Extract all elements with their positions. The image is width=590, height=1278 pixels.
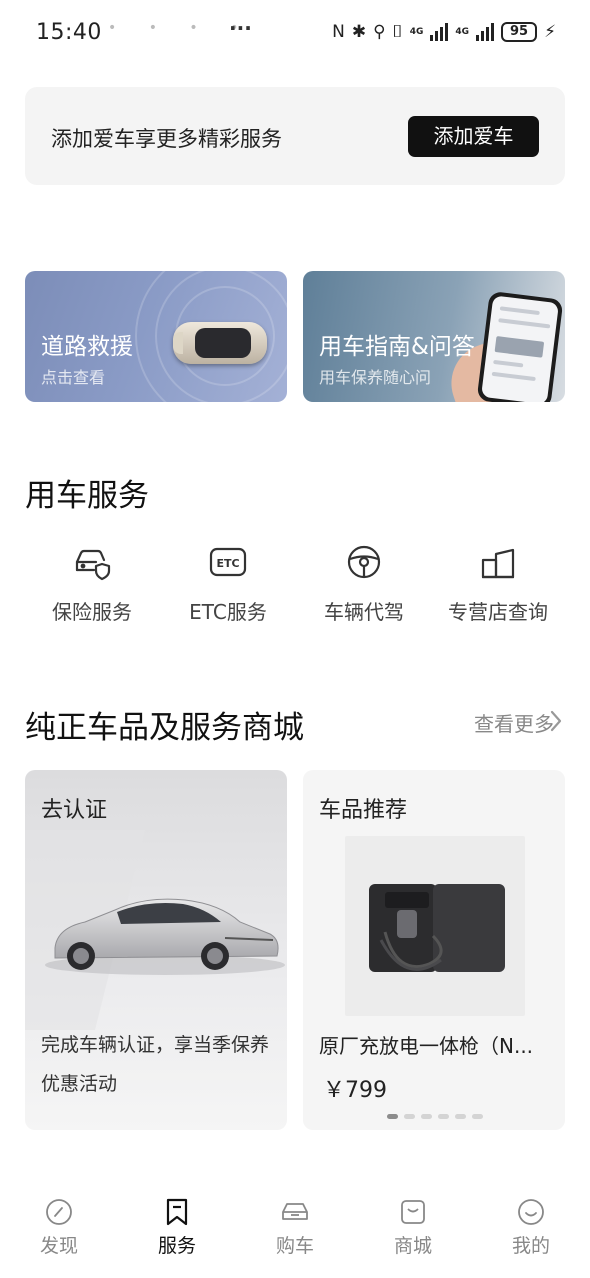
add-car-button[interactable]: 添加爱车 bbox=[408, 116, 539, 157]
tab-label: 购车 bbox=[275, 1235, 314, 1257]
etc-icon: ETC bbox=[209, 547, 247, 577]
steering-wheel-icon bbox=[347, 545, 381, 579]
mall-title: 纯正车品及服务商城 bbox=[25, 710, 304, 746]
carousel-dot bbox=[421, 1114, 432, 1119]
network-type-2: 4G bbox=[455, 26, 470, 37]
vibrate-icon: ⌷ bbox=[392, 22, 403, 42]
carousel-dot bbox=[387, 1114, 398, 1119]
shopping-bag-icon bbox=[401, 1200, 425, 1224]
bluetooth-icon: ✱ bbox=[351, 22, 367, 42]
add-car-card: 添加爱车享更多精彩服务 添加爱车 bbox=[25, 87, 565, 185]
add-car-prompt: 添加爱车享更多精彩服务 bbox=[51, 127, 282, 151]
etc-service[interactable]: ETC ETC服务 bbox=[160, 540, 296, 630]
service-label: 车辆代驾 bbox=[324, 600, 404, 624]
network-type-1: 4G bbox=[409, 26, 424, 37]
product-name: 原厂充放电一体枪（N... bbox=[319, 1034, 534, 1058]
service-label: ETC服务 bbox=[189, 600, 267, 624]
chevron-right-icon[interactable] bbox=[544, 708, 566, 734]
tab-discover[interactable]: 发现 bbox=[0, 1194, 118, 1258]
product-image bbox=[345, 836, 525, 1016]
car-shield-icon bbox=[75, 549, 111, 581]
tab-services[interactable]: 服务 bbox=[118, 1194, 236, 1258]
view-more-link[interactable]: 查看更多 bbox=[474, 708, 554, 737]
carousel-dot bbox=[404, 1114, 415, 1119]
store-icon bbox=[481, 548, 515, 579]
banner-title: 道路救援 bbox=[41, 334, 133, 360]
service-label: 保险服务 bbox=[52, 600, 132, 624]
insurance-service[interactable]: 保险服务 bbox=[24, 540, 160, 630]
nfc-icon: N bbox=[332, 22, 345, 42]
bookmark-icon bbox=[166, 1198, 188, 1226]
signal-icon-1 bbox=[430, 23, 449, 41]
car-image bbox=[25, 830, 285, 1030]
card-title: 车品推荐 bbox=[319, 798, 408, 823]
smiley-icon bbox=[518, 1199, 544, 1225]
compass-icon bbox=[46, 1199, 72, 1225]
carousel-dot bbox=[472, 1114, 483, 1119]
dealer-lookup-service[interactable]: 专营店查询 bbox=[430, 540, 566, 630]
carousel-dot bbox=[455, 1114, 466, 1119]
tab-label: 服务 bbox=[157, 1235, 196, 1257]
phone-image bbox=[476, 290, 564, 402]
battery-indicator: 95 bbox=[501, 22, 538, 42]
tab-mine[interactable]: 我的 bbox=[472, 1194, 590, 1258]
svg-text:ETC: ETC bbox=[216, 557, 239, 570]
signal-icon-2 bbox=[476, 23, 495, 41]
car-icon bbox=[282, 1203, 308, 1220]
card-description: 完成车辆认证，享当季保养优惠活动 bbox=[41, 1034, 270, 1095]
tab-mall[interactable]: 商城 bbox=[354, 1194, 472, 1258]
clock: 15:40 bbox=[36, 20, 102, 45]
more-notifications-icon: ··· bbox=[229, 16, 252, 40]
car-services-title: 用车服务 bbox=[25, 478, 149, 514]
status-bar: 15:40 • • • • ··· N ✱ ⚲ ⌷ 4G 4G 95 ⚡ bbox=[0, 0, 590, 68]
carousel-page-indicator bbox=[387, 1114, 483, 1119]
road-rescue-banner[interactable]: 道路救援 点击查看 bbox=[25, 271, 287, 402]
banner-subtitle: 用车保养随心问 bbox=[319, 368, 432, 387]
tab-label: 我的 bbox=[511, 1235, 550, 1257]
banner-subtitle: 点击查看 bbox=[41, 368, 106, 387]
card-title: 去认证 bbox=[41, 798, 108, 823]
vehicle-certification-card[interactable]: 去认证 完成车辆认证，享当季保养优惠活动 bbox=[25, 770, 287, 1130]
service-label: 专营店查询 bbox=[448, 600, 548, 624]
tab-label: 商城 bbox=[393, 1235, 432, 1257]
car-topview-image bbox=[173, 322, 267, 364]
status-icons: N ✱ ⚲ ⌷ 4G 4G 95 ⚡ bbox=[332, 22, 556, 42]
carousel-dot bbox=[438, 1114, 449, 1119]
product-price: ￥799 bbox=[323, 1078, 387, 1103]
charging-icon: ⚡ bbox=[544, 22, 556, 42]
designated-driver-service[interactable]: 车辆代驾 bbox=[296, 540, 432, 630]
banner-title: 用车指南&问答 bbox=[319, 334, 475, 360]
product-recommend-card[interactable]: 车品推荐 原厂充放电一体枪（N... ￥799 bbox=[303, 770, 565, 1130]
tab-buy-car[interactable]: 购车 bbox=[236, 1194, 354, 1258]
tab-label: 发现 bbox=[39, 1235, 78, 1257]
location-icon: ⚲ bbox=[373, 22, 386, 42]
car-guide-banner[interactable]: 用车指南&问答 用车保养随心问 bbox=[303, 271, 565, 402]
